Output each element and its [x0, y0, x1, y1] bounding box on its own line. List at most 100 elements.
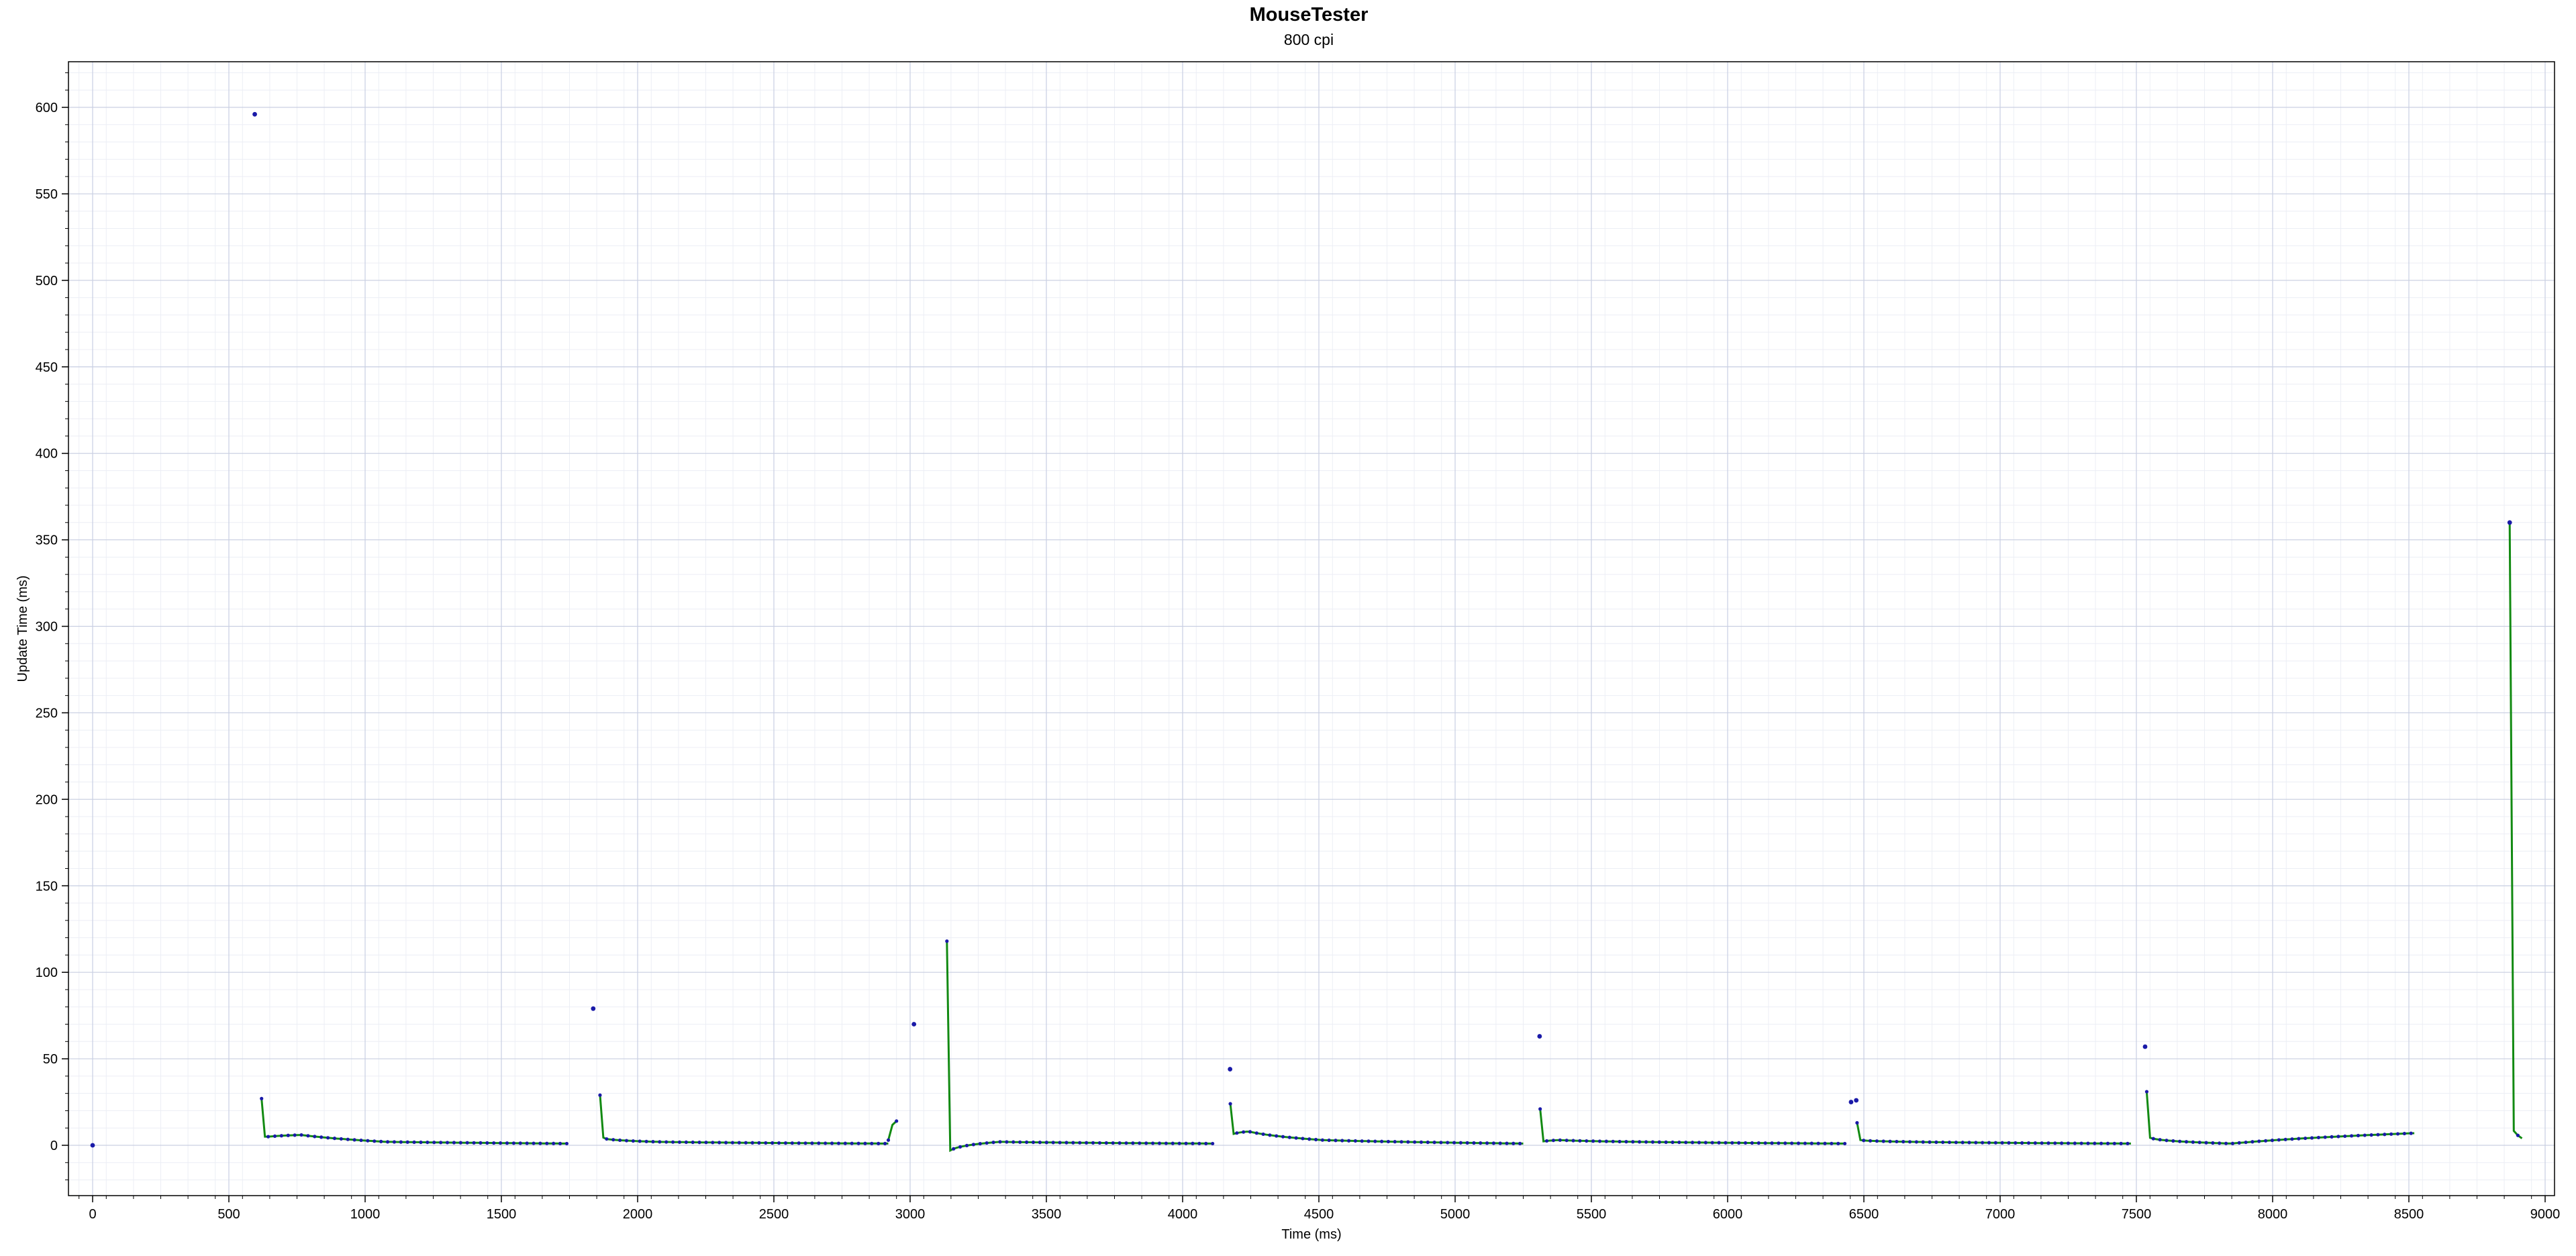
- data-point: [2026, 1141, 2031, 1145]
- data-point: [2060, 1141, 2064, 1145]
- data-point: [1928, 1140, 1932, 1144]
- data-point: [631, 1139, 635, 1143]
- data-point: [1947, 1140, 1952, 1145]
- data-point: [2250, 1140, 2255, 1144]
- data-point: [863, 1141, 867, 1145]
- data-point: [998, 1140, 1002, 1144]
- y-tick-label: 400: [36, 447, 58, 462]
- data-point: [1777, 1141, 1781, 1145]
- data-point: [1967, 1141, 1971, 1145]
- data-point: [1671, 1140, 1675, 1145]
- data-point: [252, 111, 257, 117]
- data-point: [326, 1136, 330, 1140]
- data-point: [883, 1141, 887, 1145]
- data-point: [505, 1141, 509, 1145]
- data-point: [1281, 1135, 1285, 1139]
- data-point: [1254, 1131, 1258, 1135]
- data-point: [1393, 1140, 1397, 1144]
- data-point: [1537, 1034, 1542, 1039]
- data-point: [426, 1140, 430, 1145]
- data-point: [2211, 1141, 2215, 1145]
- data-point: [1058, 1141, 1062, 1145]
- data-point: [824, 1141, 828, 1145]
- data-point: [1287, 1135, 1291, 1139]
- data-point: [797, 1141, 801, 1145]
- data-point: [1228, 1102, 1232, 1106]
- data-point: [293, 1133, 297, 1137]
- data-point: [1908, 1140, 1912, 1144]
- data-point: [850, 1141, 854, 1145]
- data-point: [1730, 1141, 1734, 1145]
- data-point: [777, 1141, 781, 1145]
- data-point: [1204, 1141, 1208, 1145]
- data-point: [1439, 1141, 1443, 1145]
- data-point: [2244, 1140, 2248, 1145]
- data-point: [558, 1141, 562, 1145]
- data-point: [1144, 1141, 1148, 1145]
- data-point: [1604, 1139, 1608, 1143]
- data-point: [1211, 1141, 1215, 1146]
- data-point: [1803, 1141, 1807, 1145]
- data-point: [2369, 1133, 2373, 1137]
- data-point: [2119, 1141, 2123, 1145]
- data-point: [2277, 1138, 2281, 1142]
- data-point: [373, 1139, 377, 1143]
- data-point: [737, 1141, 741, 1145]
- data-point: [346, 1137, 350, 1141]
- data-point: [1051, 1141, 1055, 1145]
- data-point: [1458, 1141, 1463, 1145]
- data-point: [2020, 1141, 2024, 1145]
- data-point: [2046, 1141, 2050, 1145]
- x-tick-label: 8000: [2258, 1207, 2288, 1222]
- data-point: [1091, 1141, 1095, 1145]
- data-point: [1505, 1141, 1509, 1145]
- x-tick-label: 9000: [2530, 1207, 2561, 1222]
- data-point: [2151, 1137, 2155, 1141]
- data-point: [2218, 1141, 2222, 1145]
- x-tick-label: 4500: [1304, 1207, 1334, 1222]
- data-point: [1177, 1141, 1181, 1145]
- data-point: [1235, 1131, 1239, 1135]
- data-point: [1810, 1141, 1814, 1145]
- data-point: [1585, 1139, 1589, 1143]
- data-point: [624, 1139, 629, 1143]
- data-point: [1131, 1141, 1135, 1145]
- data-point: [711, 1141, 715, 1145]
- data-point: [2040, 1141, 2044, 1145]
- data-point: [1638, 1140, 1642, 1144]
- data-point: [1538, 1107, 1542, 1111]
- data-point: [1346, 1139, 1351, 1143]
- y-tick-label: 50: [43, 1052, 58, 1067]
- data-point: [1770, 1141, 1774, 1145]
- data-point: [1597, 1139, 1602, 1143]
- data-point: [1301, 1137, 1305, 1141]
- x-tick-label: 2500: [759, 1207, 789, 1222]
- data-point: [518, 1141, 522, 1145]
- data-point: [1881, 1139, 1885, 1143]
- data-point: [1862, 1139, 1866, 1143]
- data-point: [2142, 1044, 2148, 1049]
- data-point: [697, 1141, 701, 1145]
- data-point: [1124, 1141, 1128, 1145]
- data-point: [1518, 1141, 1522, 1145]
- data-point: [1512, 1141, 1516, 1145]
- data-point: [2073, 1141, 2077, 1145]
- data-point: [1399, 1140, 1403, 1144]
- data-point: [445, 1141, 450, 1145]
- plot-frame: [68, 61, 2555, 1196]
- data-point: [1796, 1141, 1801, 1145]
- data-point: [1901, 1140, 1905, 1144]
- data-point: [552, 1141, 556, 1145]
- data-point: [817, 1141, 821, 1145]
- data-point: [313, 1135, 317, 1139]
- y-tick-label: 550: [36, 187, 58, 202]
- data-point: [1816, 1141, 1820, 1145]
- data-point: [1038, 1141, 1042, 1145]
- data-point: [945, 939, 949, 943]
- x-tick-label: 6000: [1713, 1207, 1743, 1222]
- x-tick-label: 1000: [350, 1207, 381, 1222]
- data-point: [1644, 1140, 1648, 1144]
- data-point: [2099, 1141, 2103, 1145]
- data-point: [1360, 1139, 1364, 1143]
- data-line-segment: [887, 1120, 897, 1141]
